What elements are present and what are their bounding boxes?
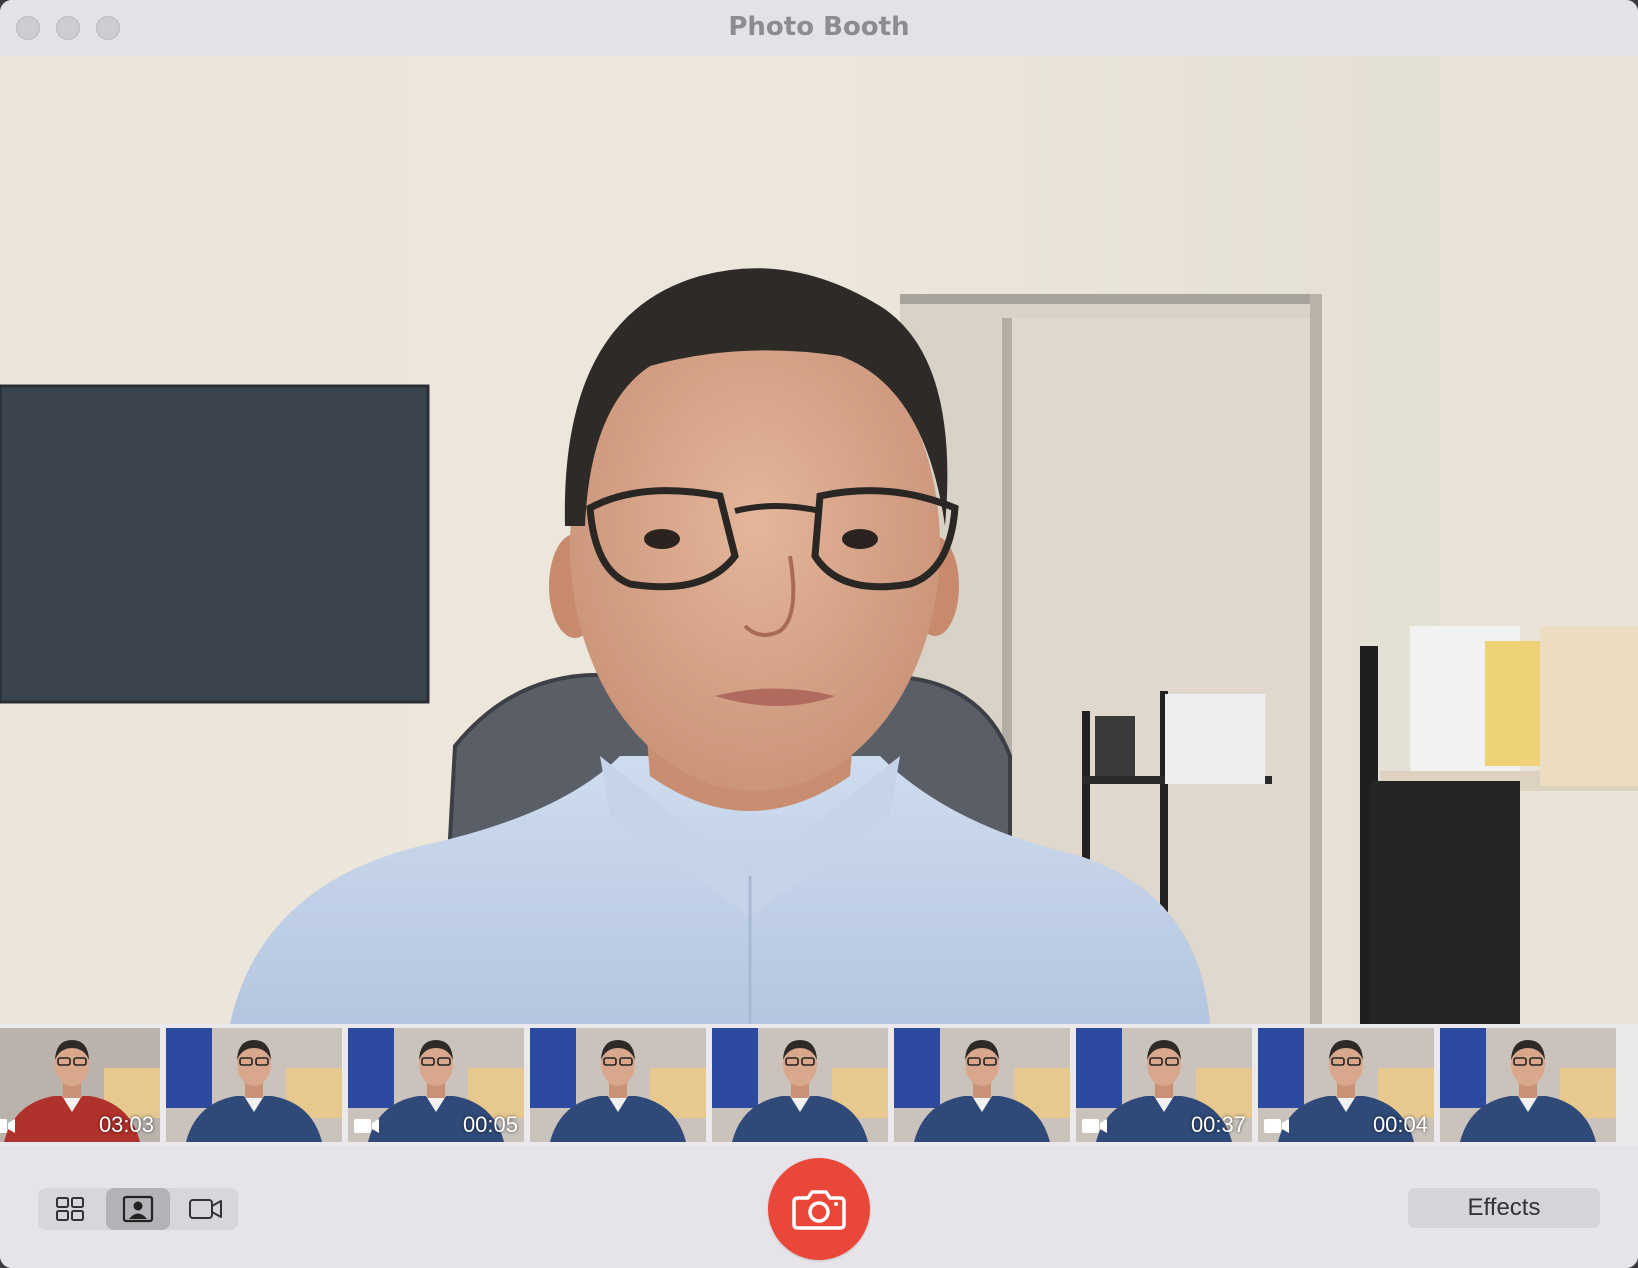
camera-preview-image bbox=[0, 56, 1638, 1024]
thumbnail-image bbox=[1440, 1028, 1616, 1142]
thumbnail-image bbox=[894, 1028, 1070, 1142]
thumbnail-image bbox=[712, 1028, 888, 1142]
thumbnail[interactable] bbox=[166, 1028, 342, 1142]
thumbnail[interactable]: 00:37 bbox=[1076, 1028, 1252, 1142]
window-title: Photo Booth bbox=[728, 12, 910, 42]
video-badge-icon bbox=[354, 1119, 379, 1133]
bottom-toolbar: Effects bbox=[0, 1146, 1638, 1268]
camera-preview bbox=[0, 56, 1638, 1024]
thumbnail-image bbox=[166, 1028, 342, 1142]
thumbnail[interactable] bbox=[712, 1028, 888, 1142]
take-photo-button[interactable] bbox=[768, 1158, 870, 1260]
photo-booth-window: Photo Booth 03:03 00:05 00:37 00:04 Effe… bbox=[0, 0, 1638, 1268]
title-bar: Photo Booth bbox=[0, 0, 1638, 57]
video-camera-icon bbox=[189, 1199, 222, 1219]
video-duration: 00:37 bbox=[1190, 1112, 1246, 1137]
thumbnail[interactable] bbox=[530, 1028, 706, 1142]
thumbnail-image bbox=[530, 1028, 706, 1142]
thumbnail-strip[interactable]: 03:03 00:05 00:37 00:04 bbox=[0, 1024, 1638, 1146]
video-duration: 00:05 bbox=[462, 1112, 518, 1137]
thumbnail[interactable]: 00:04 bbox=[1258, 1028, 1434, 1142]
single-photo-icon bbox=[122, 1195, 154, 1223]
thumbnail[interactable] bbox=[894, 1028, 1070, 1142]
capture-mode-selector bbox=[38, 1188, 238, 1230]
single-photo-mode-button[interactable] bbox=[106, 1188, 170, 1230]
video-duration: 03:03 bbox=[98, 1112, 154, 1137]
camera-icon bbox=[792, 1190, 846, 1230]
thumbnail[interactable]: 00:05 bbox=[348, 1028, 524, 1142]
video-badge-icon bbox=[1264, 1119, 1289, 1133]
four-up-grid-icon bbox=[56, 1197, 84, 1221]
four-up-mode-button[interactable] bbox=[38, 1188, 102, 1230]
video-badge-icon bbox=[1082, 1119, 1107, 1133]
thumbnail[interactable]: 03:03 bbox=[0, 1028, 160, 1142]
video-duration: 00:04 bbox=[1372, 1112, 1428, 1137]
thumbnail[interactable] bbox=[1440, 1028, 1616, 1142]
video-mode-button[interactable] bbox=[174, 1188, 238, 1230]
effects-button[interactable]: Effects bbox=[1408, 1188, 1600, 1228]
video-badge-icon bbox=[0, 1119, 15, 1133]
